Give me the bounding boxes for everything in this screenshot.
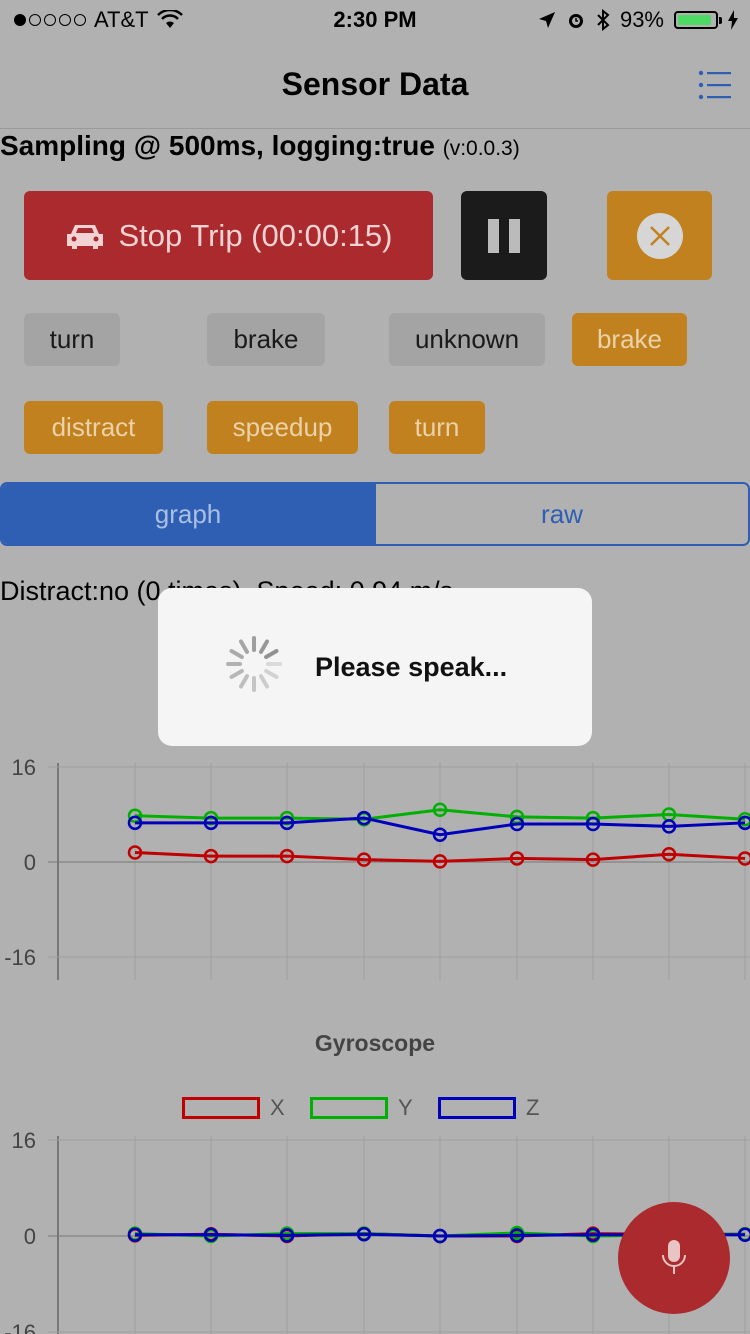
y-tick-label: -16: [4, 945, 36, 970]
status-bar: AT&T 2:30 PM 93%: [0, 0, 750, 40]
spinner-spoke: [229, 649, 244, 659]
stop-trip-button[interactable]: Stop Trip (00:00:15): [24, 191, 433, 280]
charging-icon: [728, 10, 738, 30]
speech-dialog: Please speak...: [158, 588, 592, 746]
battery-icon: [674, 11, 722, 29]
tag-button-unknown[interactable]: unknown: [389, 313, 545, 366]
close-icon: [636, 212, 683, 259]
y-tick-label: 0: [24, 1224, 36, 1249]
tag-button-brake[interactable]: brake: [207, 313, 325, 366]
legend-item-z: Z: [438, 1095, 539, 1121]
chart-accelerometer-svg: 16 0 -16: [4, 755, 750, 980]
stop-trip-label: Stop Trip (00:00:15): [118, 217, 393, 253]
spinner-spoke: [259, 639, 269, 654]
microphone-button[interactable]: [618, 1202, 730, 1314]
legend-item-x: X: [182, 1095, 285, 1121]
alarm-icon: [568, 14, 583, 28]
y-tick-label: 16: [12, 755, 36, 780]
sampling-info: Sampling @ 500ms, logging:true (v:0.0.3): [0, 130, 520, 162]
tab-graph[interactable]: graph: [2, 484, 374, 544]
tag-button-distract[interactable]: distract: [24, 401, 163, 454]
car-icon: [66, 224, 103, 249]
pause-button[interactable]: [461, 191, 547, 280]
spinner-icon: [226, 636, 282, 692]
legend-item-y: Y: [310, 1095, 413, 1121]
y-tick-label: 0: [24, 850, 36, 875]
chart-legend: X Y Z: [0, 1095, 750, 1125]
tag-button-turn[interactable]: turn: [24, 313, 120, 366]
legend-label-x: X: [270, 1095, 285, 1120]
cancel-button[interactable]: [607, 191, 712, 280]
view-segmented-control: graph raw: [0, 482, 750, 546]
spinner-spoke: [264, 669, 279, 679]
tag-button-brake-active[interactable]: brake: [572, 313, 687, 366]
dialog-message: Please speak...: [315, 652, 508, 682]
spinner-spoke: [239, 639, 249, 654]
legend-swatch-z: [438, 1097, 516, 1119]
tab-raw[interactable]: raw: [374, 484, 748, 544]
location-icon: [538, 12, 555, 28]
tag-label: unknown: [414, 324, 520, 354]
status-right: 93%: [538, 7, 738, 33]
y-tick-label: 16: [12, 1128, 36, 1153]
legend-swatch-x: [182, 1097, 260, 1119]
sampling-text: Sampling @ 500ms, logging:true: [0, 130, 435, 161]
legend-swatch-y: [310, 1097, 388, 1119]
tag-label: distract: [51, 412, 136, 442]
chart-title-gyroscope: Gyroscope: [314, 1030, 436, 1056]
tag-label: turn: [49, 324, 95, 354]
tag-label: turn: [414, 412, 460, 442]
microphone-icon: [662, 1240, 686, 1274]
navigation-bar: Sensor Data: [0, 40, 750, 129]
spinner-spoke: [264, 649, 279, 659]
legend-label-z: Z: [526, 1095, 540, 1120]
tag-label: brake: [233, 324, 299, 354]
y-tick-label: -16: [4, 1320, 36, 1334]
tag-button-turn-active[interactable]: turn: [389, 401, 485, 454]
chart-accelerometer: 16 0 -16: [0, 740, 750, 980]
spinner-spoke: [259, 674, 269, 689]
version-text: (v:0.0.3): [442, 137, 520, 160]
spinner-spoke: [239, 674, 249, 689]
list-icon[interactable]: [698, 68, 732, 102]
legend-label-y: Y: [398, 1095, 413, 1120]
battery-percent: 93%: [619, 7, 664, 32]
spinner-spoke: [229, 669, 244, 679]
bluetooth-icon: [597, 9, 610, 31]
tag-button-speedup[interactable]: speedup: [207, 401, 358, 454]
pause-icon: [488, 218, 499, 253]
page-title: Sensor Data: [281, 66, 469, 102]
tag-label: brake: [596, 324, 663, 354]
tag-label: speedup: [232, 412, 333, 442]
